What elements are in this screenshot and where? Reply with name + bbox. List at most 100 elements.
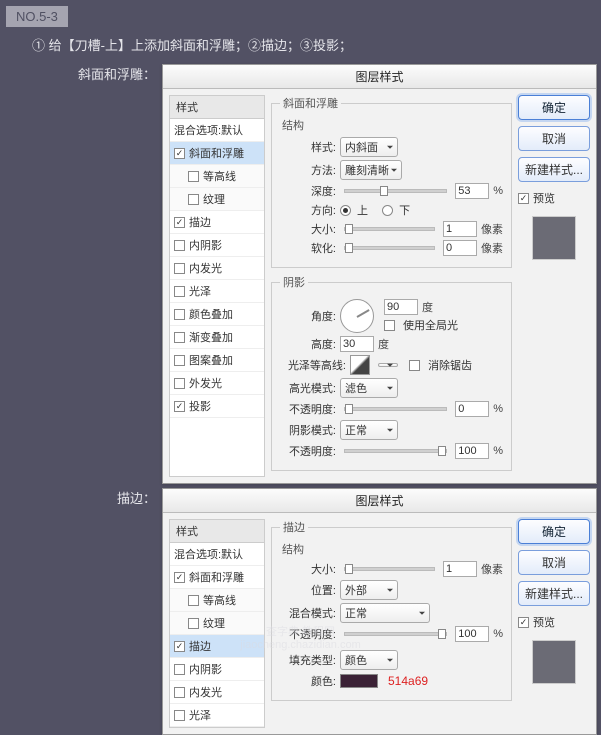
stroke-size-input[interactable]: 1 [443,561,477,577]
style-inner-shadow[interactable]: 内阴影 [170,658,264,681]
style-select[interactable]: 内斜面 [340,137,398,157]
cancel-button[interactable]: 取消 [518,550,590,575]
stroke-blend-select[interactable]: 正常 [340,603,430,623]
styles-list: 样式 混合选项:默认 斜面和浮雕 等高线 纹理 描边 内阴影 内发光 光泽 颜色… [169,95,265,477]
check-icon[interactable] [174,332,185,343]
stroke-opacity-slider[interactable] [344,632,447,636]
shadow-mode-select[interactable]: 正常 [340,420,398,440]
check-icon[interactable] [174,641,185,652]
global-light-check[interactable] [384,320,395,331]
style-texture[interactable]: 纹理 [170,612,264,635]
preview-label: 预览 [533,190,555,206]
section-label-stroke: 描边： [0,488,162,507]
structure-label: 结构 [282,117,503,133]
preview-check[interactable] [518,617,529,628]
stroke-group: 描边 结构 大小: 1 像素 位置: 外部 混合模式: 正常 不透明度: 100… [271,519,512,701]
check-icon[interactable] [174,687,185,698]
check-icon[interactable] [188,618,199,629]
dialog-title: 图层样式 [163,489,596,513]
fill-type-select[interactable]: 颜色 [340,650,398,670]
check-icon[interactable] [174,378,185,389]
shadow-opacity-input[interactable]: 100 [455,443,489,459]
highlight-opacity-label: 不透明度: [280,401,336,417]
style-outer-glow[interactable]: 外发光 [170,372,264,395]
check-icon[interactable] [174,217,185,228]
ok-button[interactable]: 确定 [518,519,590,544]
check-icon[interactable] [188,595,199,606]
check-icon[interactable] [174,286,185,297]
shading-legend: 阴影 [280,274,308,290]
check-icon[interactable] [174,401,185,412]
style-stroke[interactable]: 描边 [170,211,264,234]
check-icon[interactable] [174,355,185,366]
gloss-dropdown[interactable] [378,363,398,367]
check-icon[interactable] [174,572,185,583]
style-inner-glow[interactable]: 内发光 [170,257,264,280]
layer-style-dialog-stroke: 图层样式 样式 混合选项:默认 斜面和浮雕 等高线 纹理 描边 内阴影 内发光 … [162,488,597,735]
styles-header: 样式 [170,96,264,119]
angle-input[interactable]: 90 [384,299,418,315]
gloss-label: 光泽等高线: [280,357,346,373]
styles-header: 样式 [170,520,264,543]
style-drop-shadow[interactable]: 投影 [170,395,264,418]
highlight-opacity-slider[interactable] [344,407,447,411]
style-satin[interactable]: 光泽 [170,280,264,303]
depth-slider[interactable] [344,189,447,193]
stroke-color-hex: 514a69 [388,674,428,688]
highlight-opacity-input[interactable]: 0 [455,401,489,417]
antialias-check[interactable] [409,360,420,371]
preview-label: 预览 [533,614,555,630]
gloss-contour[interactable] [350,355,370,375]
preview-check[interactable] [518,193,529,204]
soften-slider[interactable] [344,246,435,250]
stroke-size-label: 大小: [280,561,336,577]
angle-dial[interactable] [340,299,374,333]
altitude-label: 高度: [280,336,336,352]
style-gradient-overlay[interactable]: 渐变叠加 [170,326,264,349]
style-satin[interactable]: 光泽 [170,704,264,727]
new-style-button[interactable]: 新建样式... [518,581,590,606]
altitude-input[interactable]: 30 [340,336,374,352]
shading-group: 阴影 角度: 90 度 使用全局光 高度: [271,274,512,471]
check-icon[interactable] [188,171,199,182]
check-icon[interactable] [174,309,185,320]
size-input[interactable]: 1 [443,221,477,237]
ok-button[interactable]: 确定 [518,95,590,120]
highlight-mode-select[interactable]: 滤色 [340,378,398,398]
depth-input[interactable]: 53 [455,183,489,199]
shadow-mode-label: 阴影模式: [280,422,336,438]
dir-up-radio[interactable] [340,205,351,216]
stroke-opacity-label: 不透明度: [280,626,336,642]
style-color-overlay[interactable]: 颜色叠加 [170,303,264,326]
style-bevel-emboss[interactable]: 斜面和浮雕 [170,566,264,589]
method-select[interactable]: 雕刻清晰 [340,160,402,180]
check-icon[interactable] [174,710,185,721]
check-icon[interactable] [174,148,185,159]
style-contour[interactable]: 等高线 [170,589,264,612]
check-icon[interactable] [188,194,199,205]
shadow-opacity-slider[interactable] [344,449,447,453]
highlight-mode-label: 高光模式: [280,380,336,396]
size-slider[interactable] [344,227,435,231]
style-pattern-overlay[interactable]: 图案叠加 [170,349,264,372]
new-style-button[interactable]: 新建样式... [518,157,590,182]
instructions-text: ① 给【刀槽-上】上添加斜面和浮雕；②描边；③投影； [0,27,601,60]
style-texture[interactable]: 纹理 [170,188,264,211]
blend-options-default[interactable]: 混合选项:默认 [170,119,264,142]
style-contour[interactable]: 等高线 [170,165,264,188]
stroke-position-select[interactable]: 外部 [340,580,398,600]
stroke-size-slider[interactable] [344,567,435,571]
antialias-label: 消除锯齿 [428,357,472,373]
soften-input[interactable]: 0 [443,240,477,256]
check-icon[interactable] [174,664,185,675]
style-bevel-emboss[interactable]: 斜面和浮雕 [170,142,264,165]
style-inner-glow[interactable]: 内发光 [170,681,264,704]
stroke-opacity-input[interactable]: 100 [455,626,489,642]
dir-down-radio[interactable] [382,205,393,216]
check-icon[interactable] [174,240,185,251]
check-icon[interactable] [174,263,185,274]
stroke-color-swatch[interactable] [340,674,378,688]
cancel-button[interactable]: 取消 [518,126,590,151]
blend-options-default[interactable]: 混合选项:默认 [170,543,264,566]
style-inner-shadow[interactable]: 内阴影 [170,234,264,257]
